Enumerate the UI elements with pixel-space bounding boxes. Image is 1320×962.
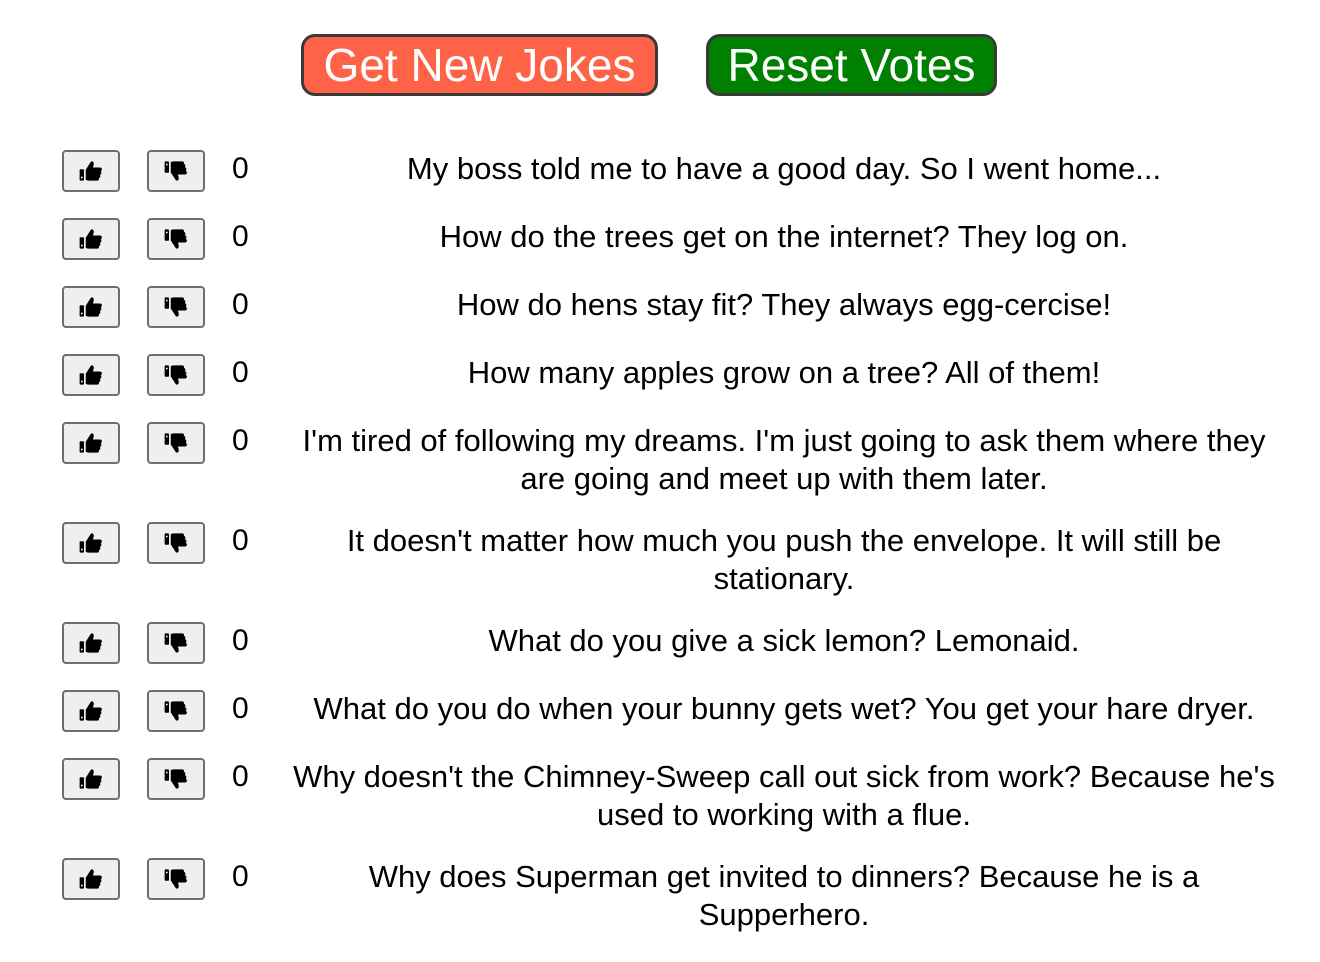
thumbs-down-icon [162,225,190,253]
vote-count: 0 [232,424,249,457]
reset-votes-button[interactable]: Reset Votes [706,34,997,96]
thumbs-down-icon [162,529,190,557]
thumbs-down-icon [162,429,190,457]
upvote-button[interactable] [62,286,120,328]
thumbs-up-icon [77,529,105,557]
thumbs-down-icon [162,361,190,389]
joke-text: What do you do when your bunny gets wet?… [313,691,1255,726]
downvote-button[interactable] [147,150,205,192]
vote-count: 0 [232,860,249,893]
upvote-button[interactable] [62,622,120,664]
vote-count: 0 [232,624,249,657]
thumbs-up-icon [77,765,105,793]
joke-row: 0 How do the trees get on the internet? … [0,218,1320,286]
downvote-button[interactable] [147,622,205,664]
joke-text: How do the trees get on the internet? Th… [439,219,1129,254]
thumbs-down-icon [162,157,190,185]
joke-text: What do you give a sick lemon? Lemonaid. [488,623,1080,658]
downvote-button[interactable] [147,422,205,464]
vote-count: 0 [232,220,249,253]
upvote-button[interactable] [62,422,120,464]
downvote-button[interactable] [147,218,205,260]
joke-text: I'm tired of following my dreams. I'm ju… [302,423,1266,496]
joke-row: 0 Why does Superman get invited to dinne… [0,858,1320,958]
downvote-button[interactable] [147,858,205,900]
upvote-button[interactable] [62,522,120,564]
get-new-jokes-button[interactable]: Get New Jokes [301,34,658,96]
joke-text: Why does Superman get invited to dinners… [368,859,1200,932]
upvote-button[interactable] [62,354,120,396]
vote-count: 0 [232,760,249,793]
downvote-button[interactable] [147,354,205,396]
joke-list: 0 My boss told me to have a good day. So… [0,150,1320,958]
joke-row: 0 It doesn't matter how much you push th… [0,522,1320,622]
joke-text: It doesn't matter how much you push the … [346,523,1222,596]
joke-row: 0 How do hens stay fit? They always egg-… [0,286,1320,354]
thumbs-down-icon [162,629,190,657]
vote-count: 0 [232,152,249,185]
top-actions: Get New Jokes Reset Votes [0,34,1320,102]
downvote-button[interactable] [147,690,205,732]
vote-count: 0 [232,692,249,725]
joke-row: 0 I'm tired of following my dreams. I'm … [0,422,1320,522]
joke-row: 0 How many apples grow on a tree? All of… [0,354,1320,422]
downvote-button[interactable] [147,522,205,564]
joke-row: 0 My boss told me to have a good day. So… [0,150,1320,218]
upvote-button[interactable] [62,218,120,260]
downvote-button[interactable] [147,286,205,328]
vote-count: 0 [232,356,249,389]
vote-count: 0 [232,524,249,557]
thumbs-up-icon [77,429,105,457]
thumbs-up-icon [77,361,105,389]
upvote-button[interactable] [62,858,120,900]
vote-count: 0 [232,288,249,321]
joke-text: My boss told me to have a good day. So I… [406,151,1162,186]
joke-text: How many apples grow on a tree? All of t… [467,355,1101,390]
joke-text: How do hens stay fit? They always egg-ce… [456,287,1112,322]
joke-row: 0 What do you do when your bunny gets we… [0,690,1320,758]
thumbs-up-icon [77,697,105,725]
upvote-button[interactable] [62,150,120,192]
thumbs-up-icon [77,157,105,185]
thumbs-down-icon [162,765,190,793]
thumbs-up-icon [77,865,105,893]
downvote-button[interactable] [147,758,205,800]
upvote-button[interactable] [62,690,120,732]
thumbs-up-icon [77,293,105,321]
upvote-button[interactable] [62,758,120,800]
thumbs-up-icon [77,225,105,253]
joke-text: Why doesn't the Chimney-Sweep call out s… [293,759,1275,832]
joke-row: 0 What do you give a sick lemon? Lemonai… [0,622,1320,690]
thumbs-down-icon [162,697,190,725]
thumbs-up-icon [77,629,105,657]
thumbs-down-icon [162,293,190,321]
thumbs-down-icon [162,865,190,893]
joke-row: 0 Why doesn't the Chimney-Sweep call out… [0,758,1320,858]
